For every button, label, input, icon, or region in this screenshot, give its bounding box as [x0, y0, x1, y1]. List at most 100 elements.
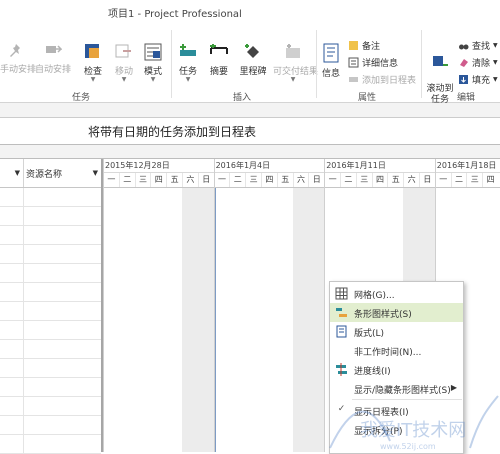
inspect-icon — [85, 44, 99, 58]
scroll-to-task-icon — [433, 56, 448, 66]
timescale-day-label: 三 — [134, 173, 151, 187]
timescale-day-label: 二 — [229, 173, 245, 187]
table-row[interactable] — [0, 340, 101, 359]
svg-text:我爱IT技术网: 我爱IT技术网 — [360, 420, 466, 441]
clear-button[interactable]: 清除 ▼ — [458, 56, 498, 69]
timescale-day-label: 三 — [466, 173, 482, 187]
info-button[interactable]: 信息 — [319, 42, 343, 79]
table-body — [0, 188, 101, 454]
milestone-label: 里程碑 — [239, 67, 267, 77]
summary-button[interactable]: 摘要 — [206, 42, 232, 77]
timescale-day-label: 日 — [197, 173, 214, 187]
summary-label: 摘要 — [209, 67, 228, 77]
chevron-down-icon: ▼ — [121, 76, 127, 83]
manual-schedule-button[interactable]: 手动安排 — [0, 42, 36, 75]
timescale-week-row: 2015年12月28日 2016年1月4日 2016年1月11日 2016年1月18日 — [103, 159, 500, 173]
column-filter-button[interactable]: ▼ — [0, 159, 24, 187]
column-divider — [23, 302, 24, 321]
timeline-pane[interactable]: 将带有日期的任务添加到日程表 — [0, 118, 500, 145]
binoculars-icon — [459, 44, 469, 50]
menu-item-label: 条形图样式(S) — [354, 310, 412, 320]
table-row[interactable] — [0, 245, 101, 264]
auto-schedule-button[interactable]: 自动安排 — [34, 42, 72, 75]
chevron-down-icon: ▼ — [150, 76, 156, 83]
menu-item-progress-lines[interactable]: 进度线(I) — [330, 360, 463, 379]
table-row[interactable] — [0, 321, 101, 340]
table-row[interactable] — [0, 188, 101, 207]
timescale-day-label: 五 — [276, 173, 293, 187]
deliverable-button[interactable]: 可交付结果 ▼ — [273, 42, 318, 83]
timescale-week-label: 2016年1月11日 — [326, 161, 386, 170]
chevron-down-icon: ▼ — [493, 42, 498, 49]
menu-item-label: 网格(G)... — [354, 291, 395, 301]
nonworking-shading — [292, 188, 309, 452]
table-row[interactable] — [0, 283, 101, 302]
auto-schedule-icon — [46, 45, 62, 53]
insert-task-button[interactable]: 任务 ▼ — [176, 42, 200, 83]
eraser-icon — [460, 59, 468, 67]
chevron-down-icon: ▼ — [290, 76, 296, 83]
timescale-day-row: 一二三四五六日一二三四五六日一二三四五六日一二三四 — [103, 173, 500, 188]
timescale-week-label: 2015年12月28日 — [105, 161, 170, 170]
table-header: ▼ 资源名称 ▼ — [0, 159, 101, 188]
pin-icon — [10, 44, 20, 57]
table-row[interactable] — [0, 207, 101, 226]
clear-label: 清除 — [472, 59, 491, 69]
title-bar: 项目1 - Project Professional — [0, 0, 500, 26]
table-row[interactable] — [0, 226, 101, 245]
menu-item-bar-styles[interactable]: 条形图样式(S) — [330, 303, 463, 322]
menu-item-gridlines[interactable]: 网格(G)... — [330, 284, 463, 303]
table-row[interactable] — [0, 435, 101, 454]
timescale-day-label: 五 — [387, 173, 403, 187]
timescale-week-label: 2016年1月18日 — [436, 161, 497, 170]
timescale-day-label: 六 — [292, 173, 309, 187]
window-title: 项目1 - Project Professional — [108, 9, 242, 20]
add-to-timeline-label: 添加到日程表 — [362, 76, 417, 86]
scroll-to-task-label: 滚动到 任务 — [426, 84, 454, 105]
timescale-week-label: 2016年1月4日 — [215, 161, 271, 170]
column-divider — [23, 226, 24, 245]
auto-schedule-label: 自动安排 — [34, 65, 71, 75]
fill-down-icon — [459, 75, 468, 84]
find-button[interactable]: 查找 ▼ — [458, 39, 498, 52]
inspect-button[interactable]: 检查 ▼ — [80, 42, 106, 83]
mode-button[interactable]: 模式 ▼ — [140, 42, 166, 83]
timescale-day-label: 四 — [482, 173, 498, 187]
chevron-down-icon: ▼ — [493, 76, 498, 83]
scroll-to-task-button[interactable]: 滚动到 任务 — [424, 42, 456, 106]
details-icon — [348, 57, 359, 68]
move-icon — [115, 44, 131, 58]
dropdown-arrow-icon: ▼ — [92, 169, 98, 177]
chevron-down-icon: ▼ — [90, 76, 96, 83]
nonworking-shading — [182, 188, 198, 452]
notes-button[interactable]: 备注 — [348, 39, 380, 52]
add-to-timeline-button[interactable]: 添加到日程表 — [348, 73, 416, 86]
table-row[interactable] — [0, 416, 101, 435]
milestone-button[interactable]: 里程碑 — [236, 42, 270, 77]
table-row[interactable] — [0, 302, 101, 321]
details-button[interactable]: 详细信息 — [348, 56, 398, 69]
column-divider — [23, 245, 24, 264]
mode-icon — [144, 43, 162, 61]
table-row[interactable] — [0, 397, 101, 416]
column-divider — [23, 397, 24, 416]
column-divider — [23, 283, 24, 302]
chevron-down-icon: ▼ — [493, 59, 498, 66]
group-separator — [421, 30, 422, 98]
menu-item-layout[interactable]: 版式(L) — [330, 322, 463, 341]
column-resource-name[interactable]: 资源名称 ▼ — [26, 159, 101, 187]
details-label: 详细信息 — [362, 59, 399, 69]
layout-icon — [336, 325, 347, 338]
group-separator — [171, 30, 172, 98]
fill-button[interactable]: 填充 ▼ — [458, 73, 498, 86]
chevron-down-icon: ▼ — [185, 76, 191, 83]
table-row[interactable] — [0, 264, 101, 283]
column-divider — [23, 264, 24, 283]
table-row[interactable] — [0, 359, 101, 378]
menu-item-label: 版式(L) — [354, 329, 385, 339]
move-button[interactable]: 移动 ▼ — [111, 42, 137, 83]
timescale-day-label: 二 — [118, 173, 135, 187]
table-row[interactable] — [0, 378, 101, 397]
manual-schedule-label: 手动安排 — [0, 65, 37, 75]
menu-item-nonworking-time[interactable]: 非工作时间(N)... — [330, 341, 463, 360]
